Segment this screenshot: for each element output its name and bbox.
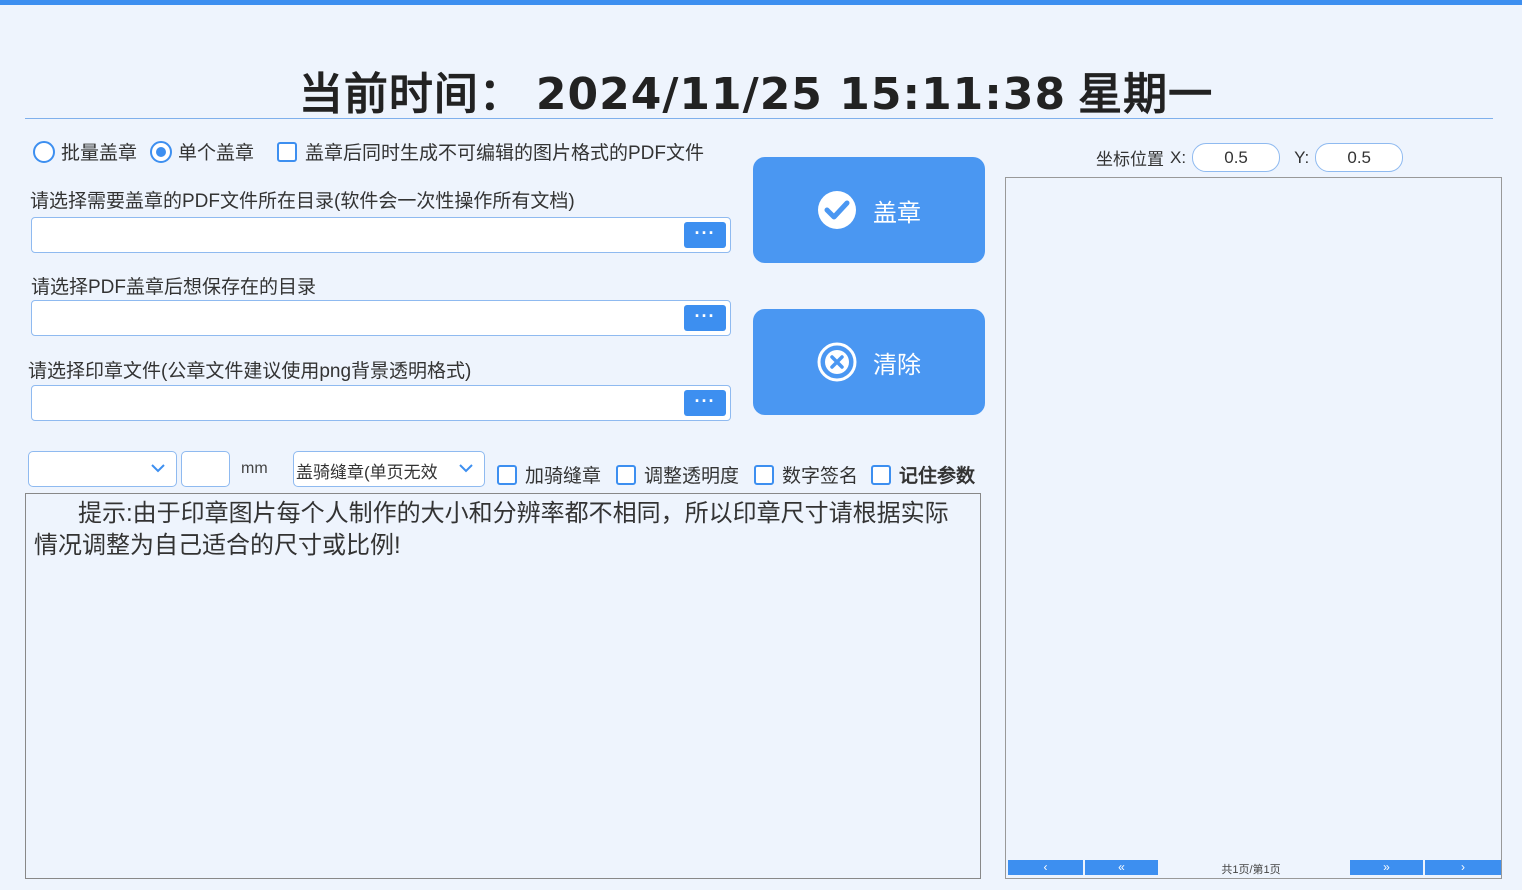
next-page-button[interactable]: ›: [1425, 860, 1501, 875]
tip-line-1-text: 提示:由于印章图片每个人制作的大小和分辨率都不相同，所以印章尺寸请根据实际: [78, 500, 949, 527]
save-dir-label: 请选择PDF盖章后想保存在的目录: [31, 277, 317, 298]
radio-single-indicator[interactable]: [150, 140, 172, 163]
source-dir-label: 请选择需要盖章的PDF文件所在目录(软件会一次性操作所有文档): [30, 191, 575, 212]
stamp-button-label: 盖章: [873, 199, 921, 227]
stamp-file-label: 请选择印章文件(公章文件建议使用png背景透明格式): [28, 361, 472, 382]
last-page-button[interactable]: »: [1350, 860, 1423, 875]
clock-weekday: 星期一: [1078, 69, 1214, 120]
checkbox-pdf-image[interactable]: 盖章后同时生成不可编辑的图片格式的PDF文件: [277, 138, 704, 165]
coordinate-y-input[interactable]: 0.5: [1315, 143, 1404, 172]
checkbox-digital-signature[interactable]: 数字签名: [754, 461, 858, 488]
chevron-down-icon: [459, 464, 473, 473]
radio-batch-label: 批量盖章: [61, 143, 138, 164]
radio-single-label: 单个盖章: [178, 143, 255, 164]
stamp-button[interactable]: 盖章: [753, 157, 985, 263]
coordinate-label: 坐标位置: [1096, 150, 1164, 169]
save-dir-input[interactable]: [32, 301, 682, 335]
close-circle-icon: [817, 342, 857, 382]
seam-mode-value: 盖骑缝章(单页无效: [296, 463, 438, 482]
checkbox-pdf-image-box[interactable]: [277, 141, 297, 162]
radio-batch-indicator[interactable]: [33, 140, 55, 163]
page-indicator: 共1页/第1页: [1221, 864, 1281, 876]
source-dir-browse-button[interactable]: ···: [684, 222, 726, 248]
radio-batch-stamp[interactable]: 批量盖章: [33, 138, 137, 165]
stamp-size-input[interactable]: [181, 451, 230, 487]
seam-mode-select[interactable]: 盖骑缝章(单页无效: [293, 451, 485, 487]
checkbox-seam-stamp[interactable]: 加骑缝章: [497, 461, 601, 488]
save-dir-browse-button[interactable]: ···: [684, 305, 726, 331]
tip-textarea[interactable]: 提示:由于印章图片每个人制作的大小和分辨率都不相同，所以印章尺寸请根据实际 情况…: [25, 493, 981, 879]
stamp-size-select[interactable]: [28, 451, 177, 487]
radio-single-stamp[interactable]: 单个盖章: [150, 138, 254, 165]
first-page-button[interactable]: «: [1085, 860, 1158, 875]
header-divider: [25, 118, 1493, 119]
source-dir-field: ···: [31, 217, 731, 253]
checkbox-pdf-image-label: 盖章后同时生成不可编辑的图片格式的PDF文件: [305, 143, 705, 164]
stamp-file-field: ···: [31, 385, 731, 421]
check-circle-icon: [818, 191, 856, 229]
checkbox-digital-signature-label: 数字签名: [782, 466, 859, 487]
coordinate-y-label: Y:: [1294, 147, 1310, 167]
coordinate-x-label: X:: [1170, 147, 1187, 167]
checkbox-seam-stamp-box[interactable]: [497, 464, 517, 485]
coordinate-x-input[interactable]: 0.5: [1192, 143, 1281, 172]
coordinate-panel: 坐标位置 X: 0.5 Y: 0.5: [1096, 143, 1404, 172]
checkbox-digital-signature-box[interactable]: [754, 464, 774, 485]
clear-button[interactable]: 清除: [753, 309, 985, 415]
checkbox-opacity-box[interactable]: [616, 464, 636, 485]
checkbox-opacity[interactable]: 调整透明度: [616, 461, 739, 488]
checkbox-remember-params-label: 记住参数: [899, 466, 976, 487]
window-top-accent: [0, 0, 1522, 5]
save-dir-field: ···: [31, 300, 731, 336]
checkbox-seam-stamp-label: 加骑缝章: [525, 466, 602, 487]
tip-line-1: 提示:由于印章图片每个人制作的大小和分辨率都不相同，所以印章尺寸请根据实际: [34, 498, 972, 530]
stamp-file-input[interactable]: [32, 386, 682, 420]
current-time-display: 当前时间： 2024/11/25 15:11:38 星期一: [0, 58, 1512, 122]
stamp-preview-area[interactable]: [1005, 177, 1502, 879]
checkbox-remember-params[interactable]: 记住参数: [871, 461, 975, 488]
clear-button-label: 清除: [873, 351, 921, 379]
prev-page-button[interactable]: ‹: [1008, 860, 1083, 875]
checkbox-remember-params-box[interactable]: [871, 464, 891, 485]
chevron-down-icon: [151, 464, 165, 473]
source-dir-input[interactable]: [32, 218, 682, 252]
size-unit-label: mm: [241, 460, 268, 477]
preview-pager: ‹ « 共1页/第1页 » ›: [1008, 860, 1501, 876]
checkbox-opacity-label: 调整透明度: [644, 466, 740, 487]
stamp-file-browse-button[interactable]: ···: [684, 390, 726, 416]
clock-datetime: 2024/11/25 15:11:38: [535, 69, 1067, 120]
tip-line-2: 情况调整为自己适合的尺寸或比例!: [34, 532, 401, 559]
clock-prefix: 当前时间：: [298, 69, 524, 120]
